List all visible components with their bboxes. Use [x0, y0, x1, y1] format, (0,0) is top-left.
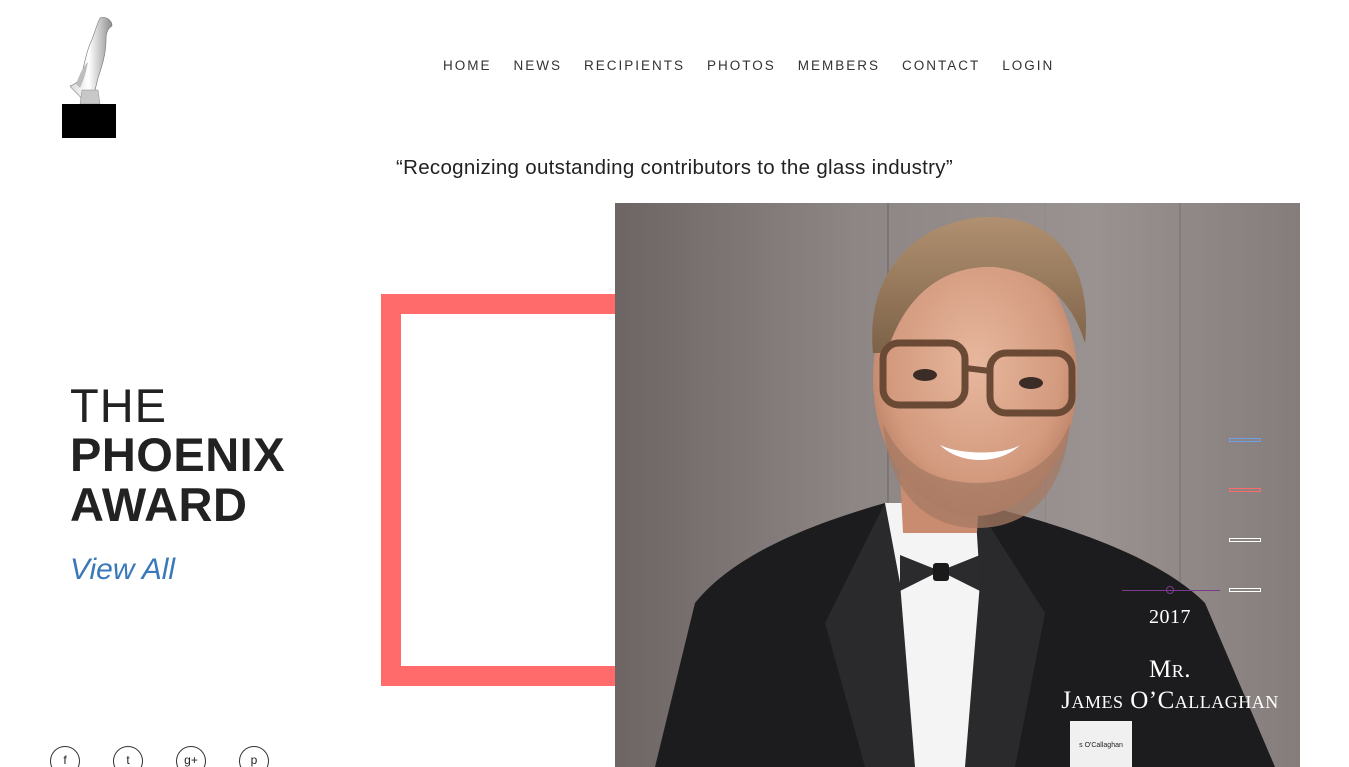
heading-line-the: THE [70, 379, 167, 432]
phoenix-logo[interactable] [62, 14, 116, 138]
nav-news[interactable]: NEWS [503, 57, 574, 75]
nav-photos[interactable]: PHOTOS [696, 57, 787, 75]
slider-indicator-3[interactable] [1229, 538, 1261, 542]
slider-indicator-4[interactable] [1229, 588, 1261, 592]
phoenix-statue-icon [62, 17, 116, 138]
caption-divider-dot [1166, 586, 1174, 594]
view-all-link[interactable]: View All [70, 553, 175, 587]
nav-home[interactable]: HOME [432, 57, 503, 75]
decorative-frame [381, 294, 615, 686]
slider-indicator-2[interactable] [1229, 488, 1261, 492]
heading-line-phoenix: PHOENIX [70, 428, 286, 481]
main-nav: HOME NEWS RECIPIENTS PHOTOS MEMBERS CONT… [432, 57, 1065, 75]
pinterest-icon[interactable]: p [239, 746, 269, 767]
nav-contact[interactable]: CONTACT [891, 57, 991, 75]
tagline: “Recognizing outstanding contributors to… [396, 156, 953, 179]
nav-login[interactable]: LOGIN [991, 57, 1065, 75]
heading-line-award: AWARD [70, 478, 248, 531]
nav-recipients[interactable]: RECIPIENTS [573, 57, 696, 75]
name-badge-text: s O'Callaghan [1079, 742, 1123, 749]
recipient-fullname: James O’Callaghan [1061, 687, 1279, 714]
recipient-title: Mr. [1149, 656, 1191, 683]
slider-indicator-1[interactable] [1229, 438, 1261, 442]
facebook-icon[interactable]: f [50, 746, 80, 767]
page: HOME NEWS RECIPIENTS PHOTOS MEMBERS CONT… [0, 0, 1349, 767]
recipient-year: 2017 [1149, 606, 1191, 628]
nav-members[interactable]: MEMBERS [787, 57, 891, 75]
google-plus-icon[interactable]: g+ [176, 746, 206, 767]
recipient-name: Mr. James O’Callaghan [1000, 654, 1340, 716]
twitter-icon[interactable]: t [113, 746, 143, 767]
award-heading: THE PHOENIX AWARD [70, 382, 285, 530]
